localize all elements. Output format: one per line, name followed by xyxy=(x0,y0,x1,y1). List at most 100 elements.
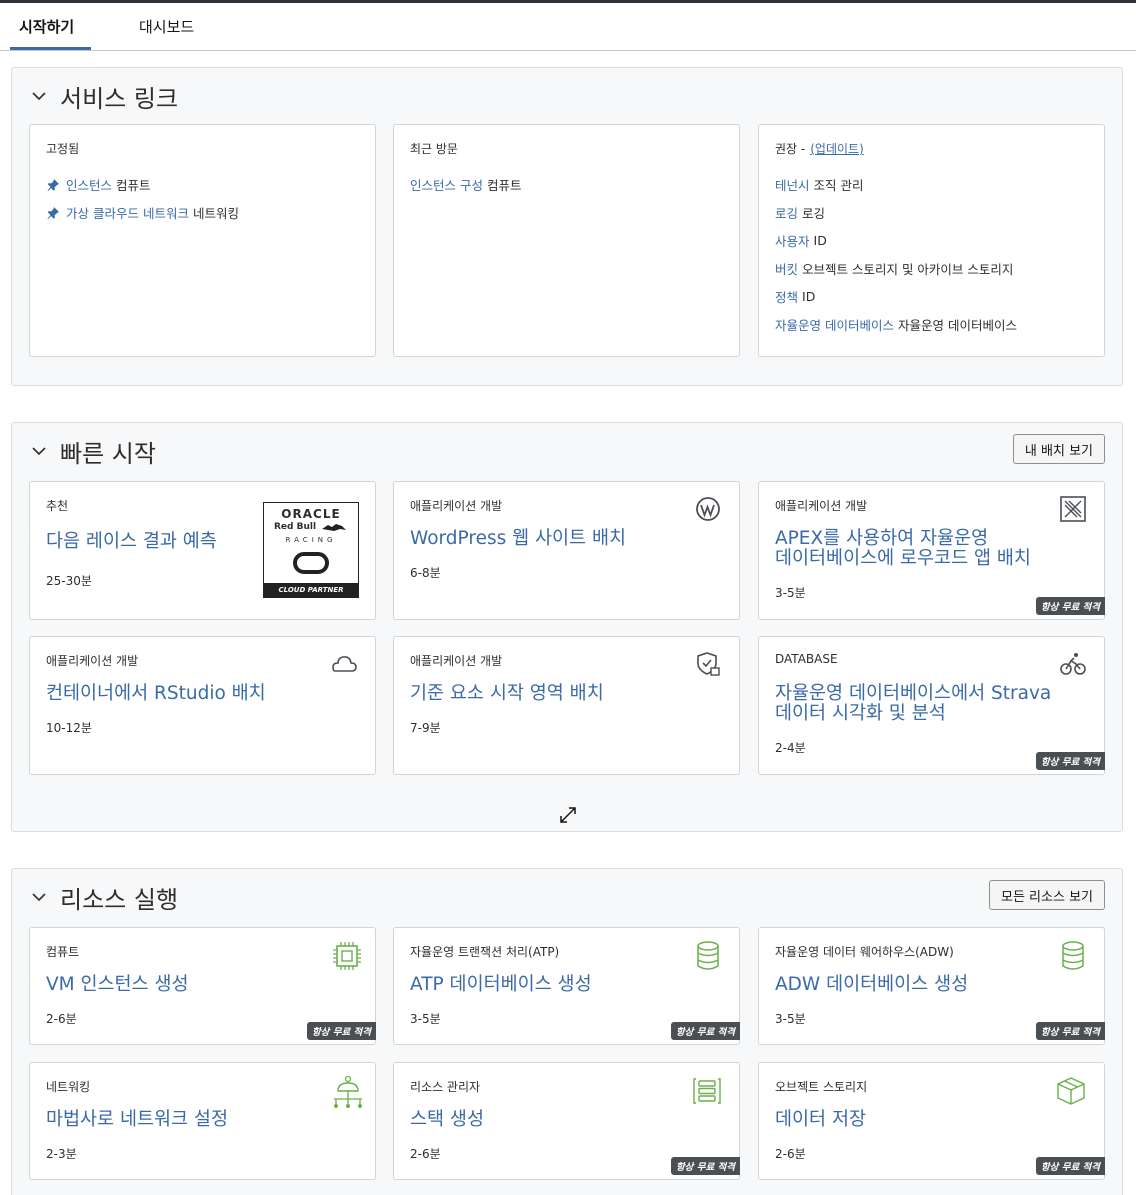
shield-icon xyxy=(697,652,720,676)
chevron-down-icon xyxy=(32,92,46,101)
active-tab-indicator xyxy=(10,47,91,50)
card-category: 애플리케이션 개발 xyxy=(46,654,139,668)
wordpress-icon xyxy=(696,497,720,521)
recommended-link[interactable]: 정책 ID xyxy=(775,287,815,306)
resource-card[interactable]: 리소스 관리자 스택 생성 2-6분 항상 무료 적격 xyxy=(393,1062,740,1180)
card-title[interactable]: 데이터 저장 xyxy=(775,1110,866,1130)
database-icon xyxy=(697,941,719,970)
quick-start-card[interactable]: 애플리케이션 개발 기준 요소 시작 영역 배치 7-9분 xyxy=(393,636,740,775)
card-title[interactable]: 다음 레이스 결과 예측 xyxy=(46,532,217,552)
quick-start-card[interactable]: 애플리케이션 개발 APEX를 사용하여 자율운영 데이터베이스에 로우코드 앱… xyxy=(758,481,1105,620)
always-free-badge: 항상 무료 적격 xyxy=(306,1022,376,1040)
quick-start-section: 빠른 시작 내 배치 보기 추천 다음 레이스 결과 예측 25-30분 ORA… xyxy=(11,422,1123,832)
network-icon xyxy=(334,1075,362,1108)
card-category: 컴퓨트 xyxy=(46,945,80,959)
quick-start-card[interactable]: 애플리케이션 개발 컨테이너에서 RStudio 배치 10-12분 xyxy=(29,636,376,775)
card-category: 자율운영 데이터 웨어하우스(ADW) xyxy=(775,945,954,959)
card-title-line1[interactable]: APEX를 사용하여 자율운영 xyxy=(775,529,988,549)
card-label: 고정됨 xyxy=(46,142,80,156)
resource-card[interactable]: 자율운영 트랜잭션 처리(ATP) ATP 데이터베이스 생성 3-5분 항상 … xyxy=(393,927,740,1045)
card-title[interactable]: 기준 요소 시작 영역 배치 xyxy=(410,684,604,704)
launch-resources-header[interactable]: 리소스 실행 xyxy=(30,881,178,914)
resource-card[interactable]: 네트워킹 마법사로 네트워크 설정 2-3분 xyxy=(29,1062,376,1180)
pinned-link-vcn[interactable]: 가상 클라우드 네트워크 네트워킹 xyxy=(46,203,239,222)
card-label: 최근 방문 xyxy=(410,142,458,156)
expand-icon[interactable] xyxy=(558,805,578,825)
section-title: 서비스 링크 xyxy=(60,84,179,113)
card-time: 3-5분 xyxy=(775,1012,806,1026)
recommended-link[interactable]: 테넌시 조직 관리 xyxy=(775,175,864,194)
card-title[interactable]: 스택 생성 xyxy=(410,1110,484,1130)
service-links-section: 서비스 링크 고정됨 인스턴스 컴퓨트 가상 클라우드 네트워크 네트워킹 최근… xyxy=(11,67,1123,386)
oracle-o-icon xyxy=(293,552,329,574)
tab-dashboard[interactable]: 대시보드 xyxy=(139,16,194,37)
recent-link-instance-config[interactable]: 인스턴스 구성 컴퓨트 xyxy=(410,175,522,194)
resource-card[interactable]: 오브젝트 스토리지 데이터 저장 2-6분 항상 무료 적격 xyxy=(758,1062,1105,1180)
card-time: 2-3분 xyxy=(46,1147,77,1161)
always-free-badge: 항상 무료 적격 xyxy=(670,1022,740,1040)
pin-icon xyxy=(47,178,59,191)
recommended-link[interactable]: 자율운영 데이터베이스 자율운영 데이터베이스 xyxy=(775,315,1017,334)
card-title[interactable]: ATP 데이터베이스 생성 xyxy=(410,975,592,995)
launch-resources-section: 리소스 실행 모든 리소스 보기 컴퓨트 VM 인스턴스 생성 2-6분 항상 … xyxy=(11,868,1123,1195)
card-time: 3-5분 xyxy=(775,586,806,600)
recommended-card: 권장 - (업데이트) 테넌시 조직 관리 로깅 로깅 사용자 ID 버킷 오브… xyxy=(758,124,1105,357)
always-free-badge: 항상 무료 적격 xyxy=(1035,1157,1105,1175)
card-time: 2-6분 xyxy=(410,1147,441,1161)
quick-start-card[interactable]: 애플리케이션 개발 WordPress 웹 사이트 배치 6-8분 xyxy=(393,481,740,620)
card-title[interactable]: 컨테이너에서 RStudio 배치 xyxy=(46,684,266,704)
cloud-icon xyxy=(332,656,357,672)
bull-icon xyxy=(322,524,346,531)
card-time: 7-9분 xyxy=(410,721,441,735)
card-title-line2[interactable]: 데이터베이스에 로우코드 앱 배치 xyxy=(775,549,1031,569)
recommended-link[interactable]: 사용자 ID xyxy=(775,231,827,250)
tab-getting-started[interactable]: 시작하기 xyxy=(19,16,74,37)
card-time: 3-5분 xyxy=(410,1012,441,1026)
always-free-badge: 항상 무료 적격 xyxy=(1035,597,1105,615)
card-title-line2[interactable]: 데이터 시각화 및 분석 xyxy=(775,704,946,724)
always-free-badge: 항상 무료 적격 xyxy=(1035,752,1105,770)
card-title[interactable]: ADW 데이터베이스 생성 xyxy=(775,975,968,995)
card-time: 25-30분 xyxy=(46,574,92,588)
card-category: 네트워킹 xyxy=(46,1080,91,1094)
card-category: DATABASE xyxy=(775,652,838,666)
recommended-link[interactable]: 버킷 오브젝트 스토리지 및 아카이브 스토리지 xyxy=(775,259,1013,278)
stack-icon xyxy=(693,1078,721,1104)
card-category: 애플리케이션 개발 xyxy=(410,499,503,513)
card-category: 오브젝트 스토리지 xyxy=(775,1080,868,1094)
chevron-down-icon xyxy=(32,893,46,902)
card-title[interactable]: WordPress 웹 사이트 배치 xyxy=(410,529,626,549)
resource-card[interactable]: 자율운영 데이터 웨어하우스(ADW) ADW 데이터베이스 생성 3-5분 항… xyxy=(758,927,1105,1045)
recommended-link[interactable]: 로깅 로깅 xyxy=(775,203,825,222)
quick-start-card[interactable]: DATABASE 자율운영 데이터베이스에서 Strava 데이터 시각화 및 … xyxy=(758,636,1105,775)
card-title[interactable]: VM 인스턴스 생성 xyxy=(46,975,189,995)
view-my-deployments-button[interactable]: 내 배치 보기 xyxy=(1012,434,1105,464)
card-title-line1[interactable]: 자율운영 데이터베이스에서 Strava xyxy=(775,684,1051,704)
card-category: 리소스 관리자 xyxy=(410,1080,481,1094)
card-time: 2-6분 xyxy=(775,1147,806,1161)
card-title[interactable]: 마법사로 네트워크 설정 xyxy=(46,1110,228,1130)
database-icon xyxy=(1062,941,1084,970)
section-title: 빠른 시작 xyxy=(60,439,156,468)
card-category: 자율운영 트랜잭션 처리(ATP) xyxy=(410,945,560,959)
card-label-row: 권장 - (업데이트) xyxy=(775,140,864,157)
view-all-resources-button[interactable]: 모든 리소스 보기 xyxy=(989,880,1105,910)
chip-icon xyxy=(333,942,361,970)
service-links-header[interactable]: 서비스 링크 xyxy=(30,80,179,113)
pinned-card: 고정됨 인스턴스 컴퓨트 가상 클라우드 네트워크 네트워킹 xyxy=(29,124,376,357)
chevron-down-icon xyxy=(32,447,46,456)
tab-bar: 시작하기 대시보드 xyxy=(0,3,1136,51)
card-time: 2-4분 xyxy=(775,741,806,755)
card-category: 애플리케이션 개발 xyxy=(775,499,868,513)
box-icon xyxy=(1057,1077,1085,1105)
update-link[interactable]: (업데이트) xyxy=(810,140,864,157)
card-category: 애플리케이션 개발 xyxy=(410,654,503,668)
pinned-link-instances[interactable]: 인스턴스 컴퓨트 xyxy=(46,175,151,194)
quick-start-card[interactable]: 추천 다음 레이스 결과 예측 25-30분 ORACLE Red Bull R… xyxy=(29,481,376,620)
quick-start-header[interactable]: 빠른 시작 xyxy=(30,435,156,468)
pin-icon xyxy=(47,206,59,219)
always-free-badge: 항상 무료 적격 xyxy=(670,1157,740,1175)
resource-card[interactable]: 컴퓨트 VM 인스턴스 생성 2-6분 항상 무료 적격 xyxy=(29,927,376,1045)
card-time: 6-8분 xyxy=(410,566,441,580)
always-free-badge: 항상 무료 적격 xyxy=(1035,1022,1105,1040)
